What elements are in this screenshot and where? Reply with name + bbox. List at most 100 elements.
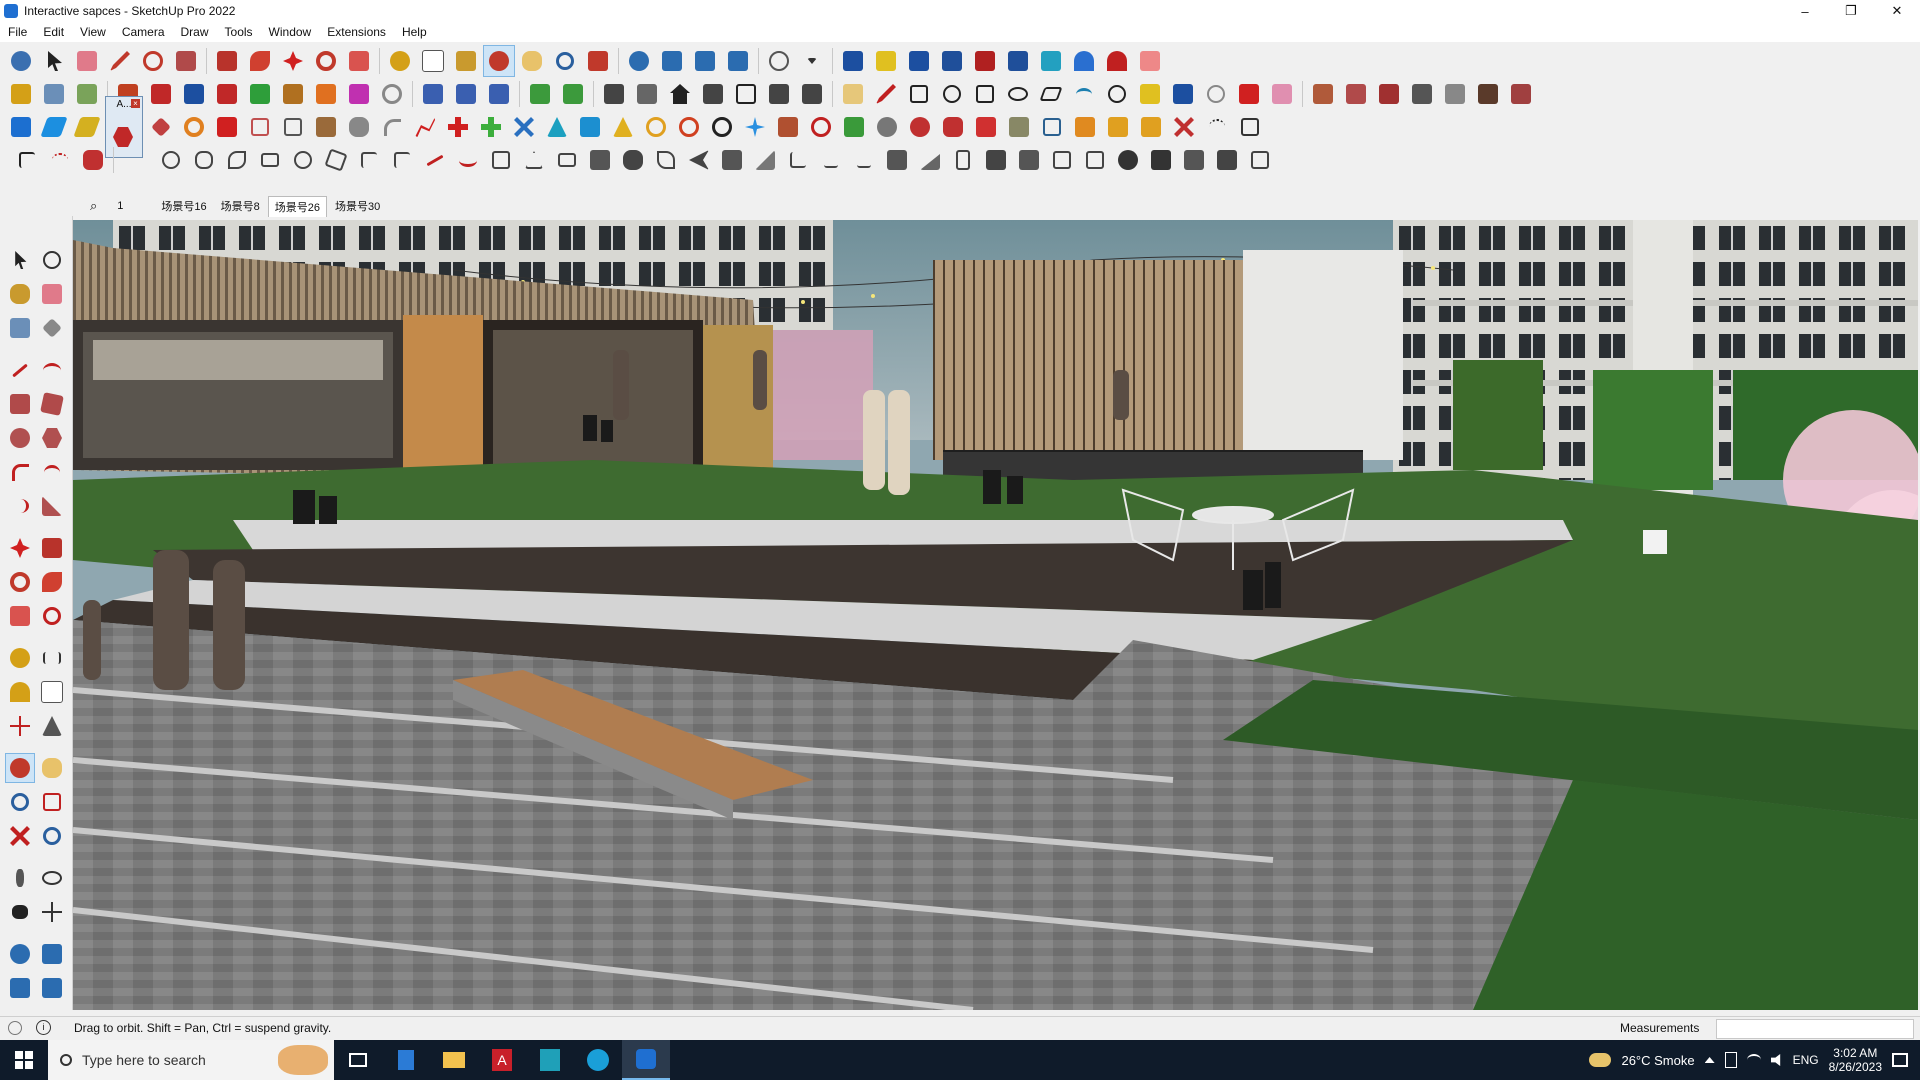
- eraser-large-icon[interactable]: [38, 280, 66, 308]
- tape-large-icon[interactable]: [6, 644, 34, 672]
- close-icon[interactable]: ×: [131, 99, 140, 108]
- offset-large-icon[interactable]: [38, 602, 66, 630]
- green-cross-icon[interactable]: [476, 112, 506, 142]
- select-arrow-icon[interactable]: [39, 46, 69, 76]
- orange-rotate-icon[interactable]: [179, 112, 209, 142]
- dotted-arc-icon[interactable]: [1202, 112, 1232, 142]
- undo-icon[interactable]: [1069, 46, 1099, 76]
- stairs-b-icon[interactable]: [816, 145, 846, 175]
- sandbox-down-icon[interactable]: [970, 46, 1000, 76]
- scene-tab-8[interactable]: 场景号8: [215, 196, 266, 216]
- blue-plane-icon[interactable]: [39, 112, 69, 142]
- arrow-left-icon[interactable]: [684, 145, 714, 175]
- pink-eraser-icon[interactable]: [1267, 79, 1297, 109]
- weather-text[interactable]: 26°C Smoke: [1621, 1053, 1694, 1068]
- spiral-a-icon[interactable]: [641, 112, 671, 142]
- paint-bucket-icon[interactable]: [451, 46, 481, 76]
- vehicle-icon[interactable]: [78, 145, 108, 175]
- arc-icon[interactable]: [138, 46, 168, 76]
- green-block-icon[interactable]: [839, 112, 869, 142]
- zoom-window-large-icon[interactable]: [38, 788, 66, 816]
- red-square-icon[interactable]: [212, 112, 242, 142]
- zoom-extents-icon[interactable]: [6, 46, 36, 76]
- calculator-app-icon[interactable]: [382, 1040, 430, 1080]
- zoom-large-icon[interactable]: [6, 788, 34, 816]
- curve-icon[interactable]: [377, 79, 407, 109]
- house-icon[interactable]: [665, 79, 695, 109]
- layers-large-icon[interactable]: [6, 974, 34, 1002]
- task-view-icon[interactable]: [334, 1040, 382, 1080]
- pan-large-icon[interactable]: [38, 754, 66, 782]
- blue-x-icon[interactable]: [509, 112, 539, 142]
- rectangle-icon[interactable]: [171, 46, 201, 76]
- offset-a-icon[interactable]: [354, 145, 384, 175]
- view-iso-icon[interactable]: [146, 79, 176, 109]
- make-component-icon[interactable]: [6, 314, 34, 342]
- cage-icon[interactable]: [618, 145, 648, 175]
- menu-camera[interactable]: Camera: [114, 25, 173, 39]
- pencil-line-icon[interactable]: [105, 46, 135, 76]
- face-outline-icon[interactable]: [278, 112, 308, 142]
- follow-me-large-icon[interactable]: [38, 568, 66, 596]
- red-loop-icon[interactable]: [806, 112, 836, 142]
- orange-grid-c-icon[interactable]: [1136, 112, 1166, 142]
- view-back-icon[interactable]: [278, 79, 308, 109]
- gears-icon[interactable]: [872, 112, 902, 142]
- paint-icon[interactable]: [6, 280, 34, 308]
- menu-window[interactable]: Window: [261, 25, 320, 39]
- grid-a-icon[interactable]: [981, 145, 1011, 175]
- fx-icon[interactable]: [797, 79, 827, 109]
- style-shaded-icon[interactable]: [525, 79, 555, 109]
- x-ray-icon[interactable]: [1036, 46, 1066, 76]
- rotate-icon[interactable]: [311, 46, 341, 76]
- cone-icon[interactable]: [542, 112, 572, 142]
- red-diamond-icon[interactable]: [146, 112, 176, 142]
- measurements-field[interactable]: [1716, 1019, 1914, 1039]
- scale-large-icon[interactable]: [6, 602, 34, 630]
- tape-measure-icon[interactable]: [385, 46, 415, 76]
- rectangle-large-icon[interactable]: [6, 390, 34, 418]
- section-plane-icon[interactable]: [838, 46, 868, 76]
- style-wire-icon[interactable]: [451, 79, 481, 109]
- menu-edit[interactable]: Edit: [35, 25, 72, 39]
- account-icon[interactable]: [764, 46, 794, 76]
- fence-b-icon[interactable]: [585, 145, 615, 175]
- arc-large-icon[interactable]: [6, 458, 34, 486]
- polygon-icon[interactable]: [38, 424, 66, 452]
- taskbar-search-box[interactable]: Type here to search: [48, 1040, 334, 1080]
- view-bottom-icon[interactable]: [344, 79, 374, 109]
- text-icon[interactable]: [418, 46, 448, 76]
- house-3d-icon[interactable]: [599, 79, 629, 109]
- protractor-icon[interactable]: [6, 678, 34, 706]
- style-large-icon[interactable]: [38, 974, 66, 1002]
- hand-drag-icon[interactable]: [189, 145, 219, 175]
- slope-icon[interactable]: [750, 145, 780, 175]
- lasso-icon[interactable]: [156, 145, 186, 175]
- scene-tab-16[interactable]: 场景号16: [155, 196, 212, 216]
- view-right-icon[interactable]: [245, 79, 275, 109]
- 3pt-arc-icon[interactable]: [6, 492, 34, 520]
- redo-icon[interactable]: [1102, 46, 1132, 76]
- red-arrow-icon[interactable]: [1234, 79, 1264, 109]
- zoom-window-icon[interactable]: [583, 46, 613, 76]
- line-icon[interactable]: [6, 356, 34, 384]
- spiral-b-icon[interactable]: [674, 112, 704, 142]
- tag-icon[interactable]: [838, 79, 868, 109]
- clock[interactable]: 3:02 AM 8/26/2023: [1829, 1046, 1882, 1074]
- house-book-icon[interactable]: [632, 79, 662, 109]
- component-icon[interactable]: [6, 79, 36, 109]
- red-box-icon[interactable]: [971, 112, 1001, 142]
- filter-icon[interactable]: [1004, 112, 1034, 142]
- extension-large-icon[interactable]: [38, 940, 66, 968]
- axes-icon[interactable]: [6, 712, 34, 740]
- red-line-icon[interactable]: [420, 145, 450, 175]
- style-xray-icon[interactable]: [418, 79, 448, 109]
- section-cut-icon[interactable]: [904, 46, 934, 76]
- shape-parallelogram-icon[interactable]: [1036, 79, 1066, 109]
- pipe-icon[interactable]: [344, 112, 374, 142]
- tower-icon[interactable]: [948, 145, 978, 175]
- chevron-down-icon[interactable]: [797, 46, 827, 76]
- offset-b-icon[interactable]: [387, 145, 417, 175]
- dotted-curve-icon[interactable]: [45, 145, 75, 175]
- grid-h-icon[interactable]: [1212, 145, 1242, 175]
